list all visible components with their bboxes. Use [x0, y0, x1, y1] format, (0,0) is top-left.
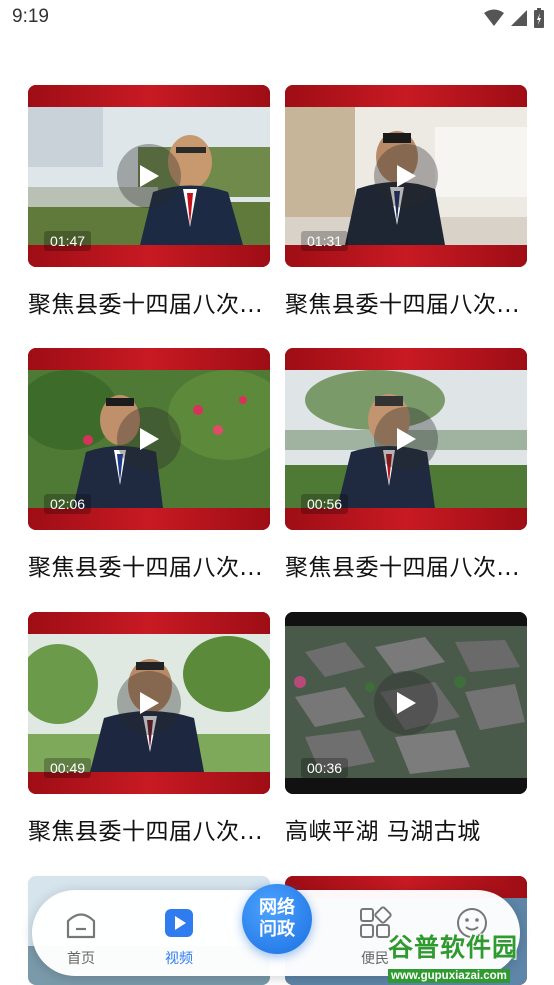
video-title[interactable]: 高峡平湖 马湖古城 [285, 812, 527, 846]
thumbnail-banner [285, 348, 527, 370]
thumbnail-banner [28, 85, 270, 107]
thumbnail-banner [28, 612, 270, 634]
video-thumbnail[interactable]: 00:49 [28, 612, 270, 794]
site-watermark: 谷普软件园 www.gupuxiazai.com [388, 928, 552, 983]
video-thumbnail[interactable]: 01:47 [28, 85, 270, 267]
video-play-icon [165, 909, 193, 937]
video-card[interactable]: 00:56 聚焦县委十四届八次... [285, 348, 527, 582]
online-inquiry-line1: 网络 [259, 897, 295, 918]
video-duration: 00:56 [301, 494, 349, 514]
video-thumbnail[interactable]: 00:36 [285, 612, 527, 794]
watermark-name: 谷普软件园 [388, 933, 519, 962]
video-duration: 00:49 [44, 758, 92, 778]
play-icon[interactable] [117, 144, 181, 208]
tab-video-label: 视频 [165, 951, 193, 967]
grid-apps-icon [360, 906, 392, 938]
video-card[interactable]: 00:36 高峡平湖 马湖古城 [285, 612, 527, 846]
thumbnail-banner [28, 348, 270, 370]
video-card[interactable]: 01:31 聚焦县委十四届八次... [285, 85, 527, 319]
video-thumbnail[interactable]: 02:06 [28, 348, 270, 530]
video-title[interactable]: 聚焦县委十四届八次... [28, 812, 270, 846]
wifi-icon [484, 9, 504, 26]
status-time: 9:19 [12, 6, 49, 27]
video-card[interactable]: 02:06 聚焦县委十四届八次... [28, 348, 270, 582]
status-bar: 9:19 [0, 0, 554, 40]
video-duration: 00:36 [301, 758, 349, 778]
status-icons [484, 8, 544, 28]
video-thumbnail[interactable]: 01:31 [285, 85, 527, 267]
play-icon[interactable] [117, 407, 181, 471]
tab-video[interactable]: 视频 [144, 906, 214, 968]
tab-home-label: 首页 [67, 951, 95, 967]
play-icon[interactable] [117, 671, 181, 735]
play-icon[interactable] [374, 671, 438, 735]
video-thumbnail[interactable]: 00:56 [285, 348, 527, 530]
video-card[interactable]: 01:47 聚焦县委十四届八次... [28, 85, 270, 319]
watermark-url: www.gupuxiazai.com [388, 969, 510, 983]
video-card[interactable]: 00:49 聚焦县委十四届八次... [28, 612, 270, 846]
video-title[interactable]: 聚焦县委十四届八次... [28, 285, 270, 319]
thumbnail-banner [285, 85, 527, 107]
play-icon[interactable] [374, 407, 438, 471]
play-icon[interactable] [374, 144, 438, 208]
video-title[interactable]: 聚焦县委十四届八次... [285, 285, 527, 319]
video-duration: 02:06 [44, 494, 92, 514]
video-title[interactable]: 聚焦县委十四届八次... [28, 548, 270, 582]
video-duration: 01:31 [301, 231, 349, 251]
tab-home[interactable]: 首页 [46, 906, 116, 968]
home-icon [66, 913, 96, 939]
video-title[interactable]: 聚焦县委十四届八次... [285, 548, 527, 582]
battery-icon [534, 8, 544, 28]
video-duration: 01:47 [44, 231, 92, 251]
online-inquiry-button[interactable]: 网络 问政 [242, 884, 312, 954]
online-inquiry-line2: 问政 [259, 919, 295, 940]
signal-icon [511, 10, 527, 26]
